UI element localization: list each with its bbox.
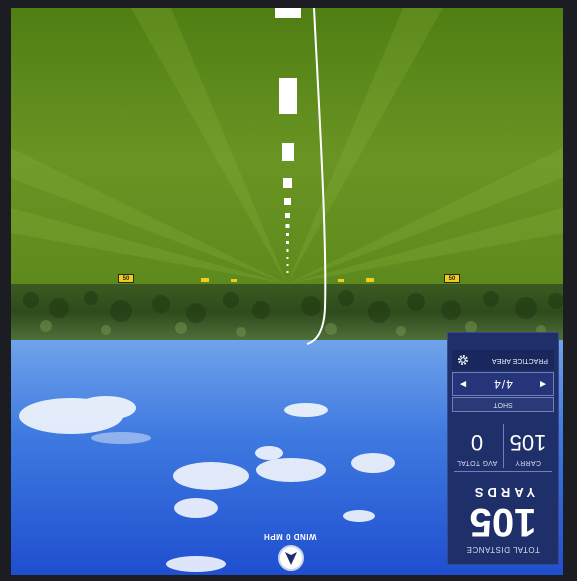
shot-label: SHOT <box>452 397 554 412</box>
yard-marker: 50 <box>118 274 134 283</box>
wind-direction-icon <box>278 545 304 571</box>
avg-total-stat: AVG TOTAL 0 <box>452 424 502 468</box>
carry-label: CARRY <box>515 459 541 466</box>
small-marker <box>338 279 344 282</box>
avg-total-value: 0 <box>470 430 484 455</box>
practice-area-bar: PRACTICE AREA <box>452 350 554 370</box>
total-distance-value: 105 <box>469 500 537 544</box>
arrow-icon <box>285 552 297 565</box>
app-window: 50 50 TOTAL DISTANCE 105 YARDS CARRY 105… <box>0 0 577 581</box>
wind-label: WIND 0 MPH <box>263 532 317 541</box>
next-shot-button[interactable]: ▶ <box>457 373 469 395</box>
total-distance-block: TOTAL DISTANCE 105 YARDS <box>448 478 558 558</box>
carry-value: 105 <box>509 430 547 455</box>
gear-icon[interactable] <box>456 353 470 367</box>
total-distance-unit: YARDS <box>470 485 536 500</box>
practice-area-label: PRACTICE AREA <box>491 357 548 364</box>
yard-marker: 50 <box>444 274 460 283</box>
wind-indicator: WIND 0 MPH <box>245 520 335 575</box>
carry-stat: CARRY 105 <box>503 424 552 468</box>
divider <box>454 471 552 472</box>
avg-total-label: AVG TOTAL <box>456 459 498 466</box>
shot-selector: ◀ 4/4 ▶ <box>452 372 554 396</box>
small-marker <box>201 278 209 282</box>
previous-shot-button[interactable]: ◀ <box>537 373 549 395</box>
shot-counter: 4/4 <box>493 377 513 391</box>
shot-stats-panel: TOTAL DISTANCE 105 YARDS CARRY 105 AVG T… <box>447 332 559 565</box>
total-distance-label: TOTAL DISTANCE <box>466 545 540 554</box>
small-marker <box>231 279 237 282</box>
small-marker <box>366 278 374 282</box>
